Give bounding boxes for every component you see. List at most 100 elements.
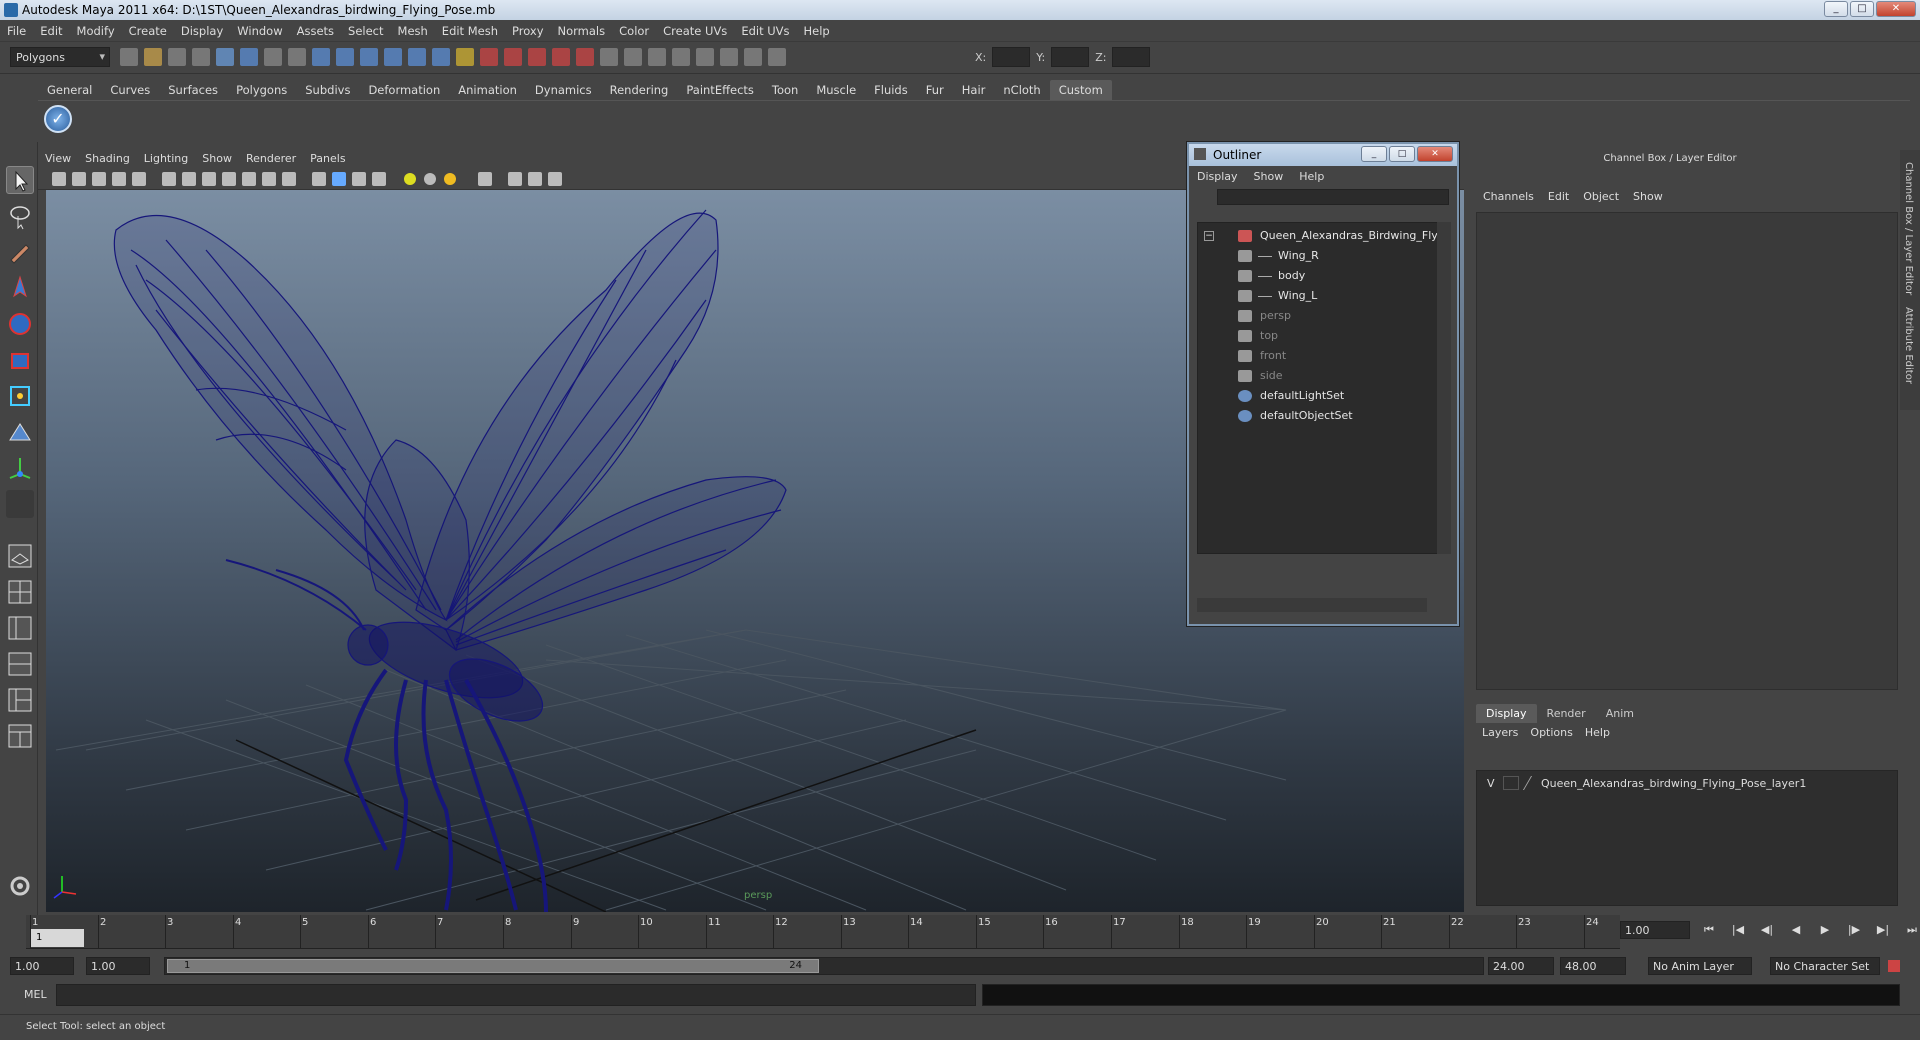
shelf-tab-deformation[interactable]: Deformation [359, 80, 449, 100]
scale-tool-icon[interactable] [6, 346, 34, 374]
side-tab-attribute-editor[interactable]: Attribute Editor [1903, 307, 1914, 384]
layer-tab-display[interactable]: Display [1476, 704, 1537, 723]
y-field[interactable] [1051, 47, 1090, 67]
anim-layer-dropdown[interactable]: No Anim Layer [1648, 957, 1752, 975]
timeline-ticks[interactable]: 1 1 2 3 4 5 6 7 8 9 10 11 12 13 14 15 16 17 18 19 20 21 22 23 2… [26, 915, 1620, 949]
select-tool-icon[interactable] [6, 166, 34, 194]
single-perspective-layout-icon[interactable] [6, 542, 34, 570]
status-tool-icon[interactable] [264, 48, 282, 66]
status-tool-icon[interactable] [456, 48, 474, 66]
status-tool-icon[interactable] [288, 48, 306, 66]
layer-menu-options[interactable]: Options [1524, 726, 1578, 739]
status-tool-icon[interactable] [528, 48, 546, 66]
outliner-menu-show[interactable]: Show [1246, 166, 1292, 187]
x-field[interactable] [992, 47, 1031, 67]
status-tool-icon[interactable] [336, 48, 354, 66]
status-tool-icon[interactable] [240, 48, 258, 66]
playback-end-field[interactable]: 24.00 [1488, 957, 1554, 975]
paint-select-tool-icon[interactable] [6, 238, 34, 266]
maximize-button[interactable]: □ [1850, 1, 1874, 17]
z-field[interactable] [1112, 47, 1151, 67]
character-set-dropdown[interactable]: No Character Set [1770, 957, 1880, 975]
menu-create-uvs[interactable]: Create UVs [656, 20, 734, 38]
side-tab-channel-box[interactable]: Channel Box / Layer Editor [1903, 162, 1914, 295]
custom-layout-icon[interactable] [6, 722, 34, 750]
outliner-item[interactable]: defaultObjectSet [1198, 407, 1428, 425]
outliner-item[interactable]: Queen_Alexandras_Birdwing_Flyin − [1198, 227, 1448, 245]
status-tool-icon[interactable] [696, 48, 714, 66]
outliner-vertical-scrollbar[interactable] [1437, 222, 1451, 554]
persp-outliner-layout-icon[interactable] [6, 614, 34, 642]
persp-graph-layout-icon[interactable] [6, 650, 34, 678]
go-to-start-icon[interactable]: ⏮ [1700, 923, 1718, 937]
playback-start-field[interactable]: 1.00 [86, 957, 150, 975]
shelf-tab-fur[interactable]: Fur [917, 80, 953, 100]
menu-set-dropdown[interactable]: Polygons [10, 47, 110, 67]
step-back-frame-icon[interactable]: ◀| [1758, 923, 1776, 937]
menu-assets[interactable]: Assets [290, 20, 341, 38]
status-tool-icon[interactable] [624, 48, 642, 66]
layer-menu-help[interactable]: Help [1579, 726, 1616, 739]
menu-edit-uvs[interactable]: Edit UVs [734, 20, 796, 38]
status-tool-icon[interactable] [504, 48, 522, 66]
lasso-tool-icon[interactable] [6, 202, 34, 230]
shelf-tab-painteffects[interactable]: PaintEffects [677, 80, 763, 100]
close-button[interactable]: ✕ [1876, 1, 1916, 17]
outliner-item[interactable]: Wing_L [1198, 287, 1428, 305]
outliner-maximize-button[interactable]: □ [1389, 146, 1415, 162]
status-tool-icon[interactable] [576, 48, 594, 66]
panel-menu-lighting[interactable]: Lighting [137, 150, 195, 167]
shelf-tab-surfaces[interactable]: Surfaces [159, 80, 227, 100]
outliner-filter-input[interactable] [1217, 189, 1449, 205]
four-view-layout-icon[interactable] [6, 578, 34, 606]
layer-row[interactable]: V Queen_Alexandras_birdwing_Flying_Pose_… [1481, 775, 1891, 793]
shelf-tab-animation[interactable]: Animation [449, 80, 526, 100]
move-tool-icon[interactable] [6, 274, 34, 302]
shelf-tab-fluids[interactable]: Fluids [865, 80, 917, 100]
status-tool-icon[interactable] [312, 48, 330, 66]
step-forward-key-icon[interactable]: ▶| [1874, 923, 1892, 937]
menu-display[interactable]: Display [174, 20, 230, 38]
outliner-minimize-button[interactable]: _ [1361, 146, 1387, 162]
gear-icon[interactable] [6, 872, 34, 900]
shelf-tab-muscle[interactable]: Muscle [807, 80, 865, 100]
status-tool-icon[interactable] [144, 48, 162, 66]
status-tool-icon[interactable] [552, 48, 570, 66]
anim-end-field[interactable]: 48.00 [1560, 957, 1626, 975]
panel-menu-renderer[interactable]: Renderer [239, 150, 303, 167]
menu-mesh[interactable]: Mesh [391, 20, 435, 38]
layer-template-toggle[interactable] [1503, 776, 1519, 790]
range-handle[interactable]: 1 24 [167, 959, 819, 973]
shelf-tab-toon[interactable]: Toon [763, 80, 807, 100]
show-manipulator-icon[interactable] [6, 454, 34, 482]
status-tool-icon[interactable] [720, 48, 738, 66]
menu-edit[interactable]: Edit [33, 20, 69, 38]
status-tool-icon[interactable] [672, 48, 690, 66]
universal-manipulator-icon[interactable] [6, 382, 34, 410]
layer-visibility-toggle[interactable]: V [1487, 777, 1495, 790]
shelf-tab-polygons[interactable]: Polygons [227, 80, 296, 100]
channel-box-area[interactable] [1476, 212, 1898, 690]
menu-color[interactable]: Color [612, 20, 656, 38]
status-tool-icon[interactable] [408, 48, 426, 66]
menu-file[interactable]: File [0, 20, 33, 38]
step-forward-frame-icon[interactable]: |▶ [1845, 923, 1863, 937]
status-tool-icon[interactable] [192, 48, 210, 66]
shelf-tab-hair[interactable]: Hair [953, 80, 995, 100]
outliner-menu-help[interactable]: Help [1291, 166, 1332, 187]
command-language-label[interactable]: MEL [24, 988, 47, 1001]
range-bar[interactable]: 1 24 [164, 957, 1484, 975]
step-back-key-icon[interactable]: |◀ [1729, 923, 1747, 937]
status-tool-icon[interactable] [600, 48, 618, 66]
menu-normals[interactable]: Normals [551, 20, 613, 38]
current-time-field[interactable]: 1.00 [1620, 921, 1690, 939]
outliner-menu-display[interactable]: Display [1189, 166, 1246, 187]
play-forwards-icon[interactable]: ▶ [1816, 923, 1834, 937]
menu-create[interactable]: Create [122, 20, 174, 38]
channel-menu-object[interactable]: Object [1576, 190, 1626, 203]
shelf-tab-subdivs[interactable]: Subdivs [296, 80, 359, 100]
panel-menu-shading[interactable]: Shading [78, 150, 137, 167]
expand-toggle[interactable]: − [1204, 231, 1214, 241]
menu-select[interactable]: Select [341, 20, 390, 38]
auto-key-icon[interactable] [1888, 960, 1900, 972]
